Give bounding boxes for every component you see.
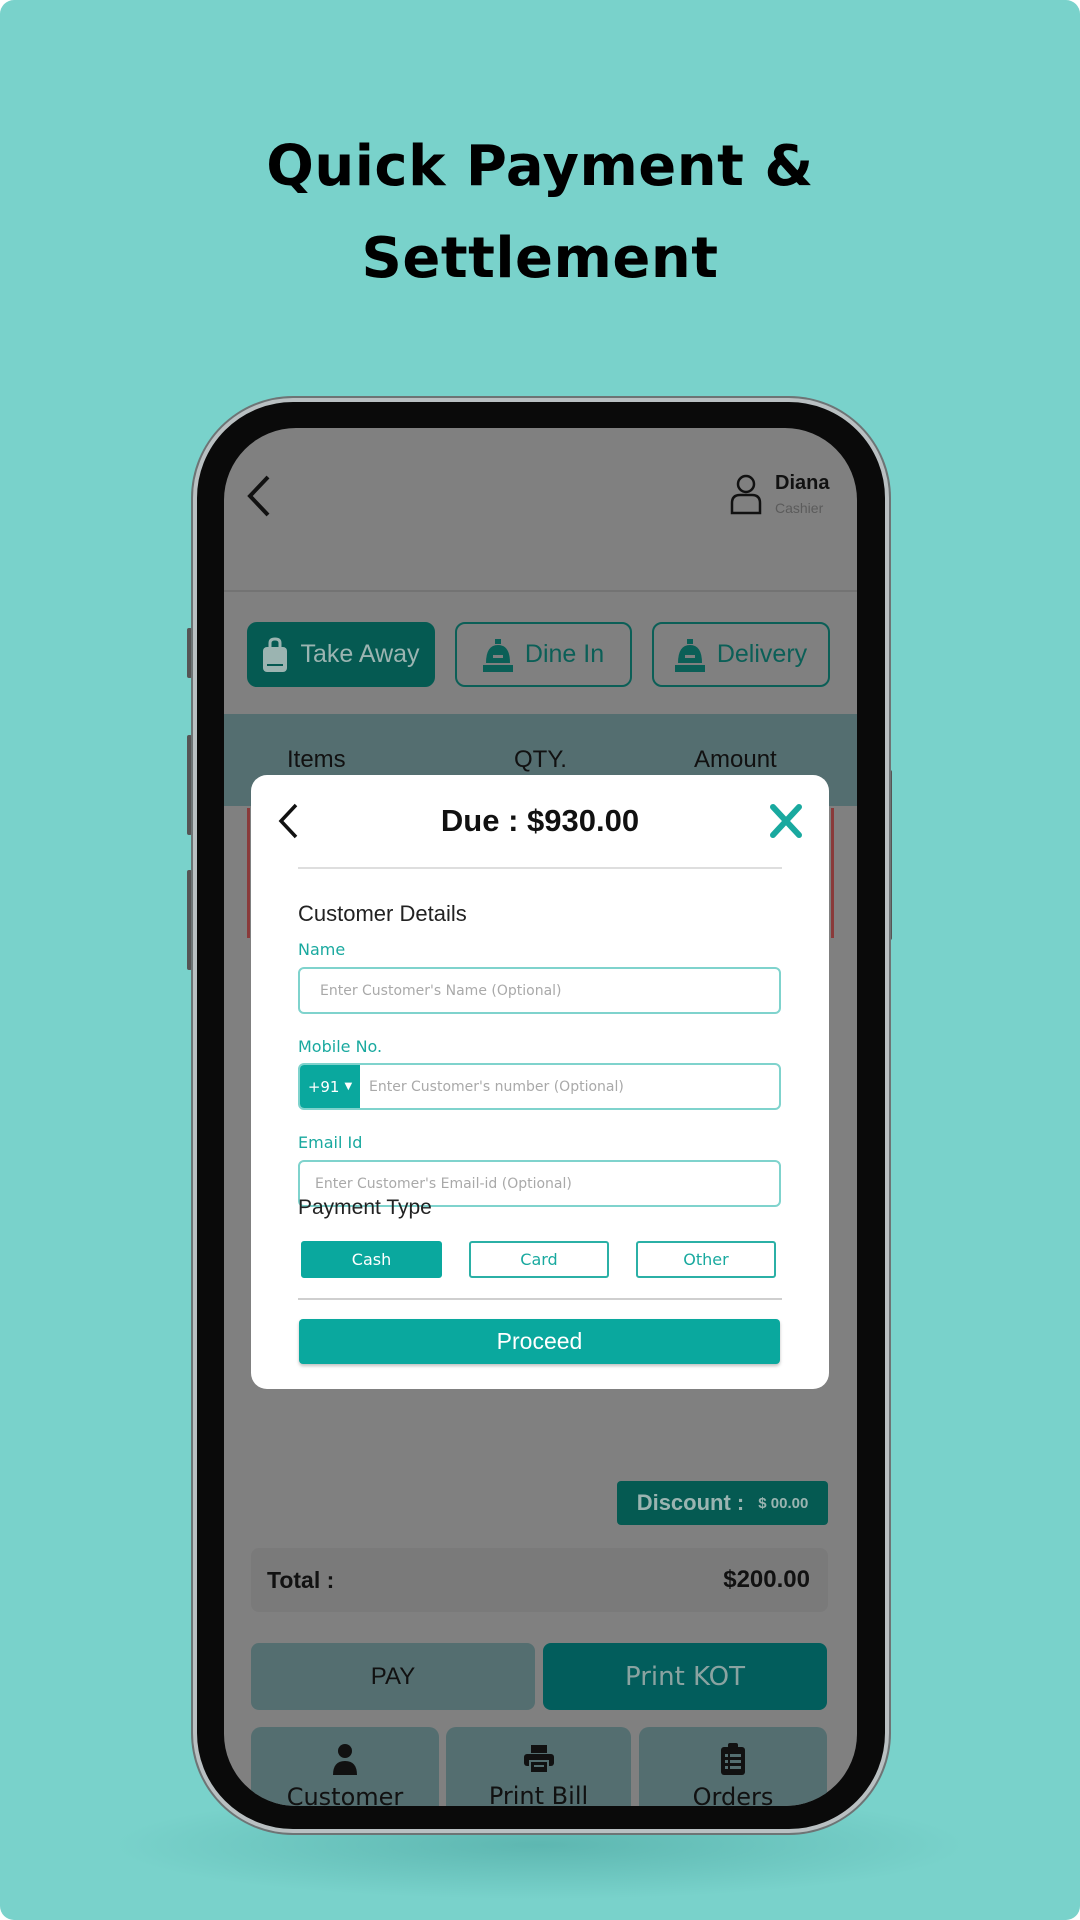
total-value: $200.00 — [723, 1566, 810, 1593]
modal-divider — [298, 1298, 782, 1300]
payment-other-button[interactable]: Other — [636, 1241, 776, 1278]
payment-cash-button[interactable]: Cash — [301, 1241, 442, 1278]
back-chevron-icon[interactable] — [244, 474, 274, 518]
service-bell-icon — [482, 638, 513, 672]
phone-side-button — [187, 870, 192, 970]
user-role: Cashier — [775, 500, 824, 516]
payment-modal: Due : $930.00 Customer Details Name Ente… — [251, 775, 829, 1389]
pay-button[interactable]: PAY — [251, 1643, 535, 1710]
header-divider — [224, 590, 857, 592]
mode-label: Dine In — [524, 640, 605, 668]
nav-label: Print Bill — [488, 1782, 589, 1806]
caret-down-icon: ▼ — [344, 1081, 353, 1092]
promo-canvas: Quick Payment & Settlement Diana Cashier… — [0, 0, 1080, 1920]
country-code-dropdown[interactable]: +91 ▼ — [300, 1065, 360, 1108]
name-placeholder: Enter Customer's Name (Optional) — [320, 982, 562, 999]
clipboard-list-icon — [721, 1743, 745, 1775]
mode-label: Delivery — [716, 640, 808, 668]
name-input[interactable]: Enter Customer's Name (Optional) — [298, 967, 781, 1014]
mode-label: Take Away — [300, 640, 420, 668]
customer-details-heading: Customer Details — [298, 901, 467, 926]
print-kot-button[interactable]: Print KOT — [543, 1643, 827, 1710]
mobile-input[interactable]: +91 ▼ Enter Customer's number (Optional) — [298, 1063, 781, 1110]
mode-delivery-button[interactable]: Delivery — [652, 622, 830, 687]
shopping-bag-icon — [263, 636, 288, 672]
printer-icon — [523, 1745, 554, 1774]
close-icon[interactable] — [769, 803, 803, 839]
discount-badge[interactable]: Discount : $ 00.00 — [617, 1481, 828, 1525]
nav-label: Customer — [286, 1783, 404, 1806]
headline-line-1: Quick Payment & — [266, 134, 814, 199]
modal-divider — [298, 867, 782, 869]
payment-type-heading: Payment Type — [298, 1196, 432, 1219]
order-card-edge — [247, 808, 250, 938]
modal-due-title: Due : $930.00 — [440, 803, 640, 838]
country-code: +91 — [307, 1077, 340, 1096]
nav-orders-button[interactable]: Orders — [639, 1727, 827, 1806]
discount-value: $ 00.00 — [758, 1494, 809, 1512]
person-icon — [333, 1744, 357, 1775]
name-label: Name — [298, 940, 346, 959]
mobile-label: Mobile No. — [298, 1037, 383, 1056]
email-placeholder: Enter Customer's Email-id (Optional) — [315, 1175, 572, 1192]
nav-print-bill-button[interactable]: Print Bill — [446, 1727, 631, 1806]
mode-take-away-button[interactable]: Take Away — [247, 622, 435, 687]
nav-customer-button[interactable]: Customer — [251, 1727, 439, 1806]
mobile-placeholder: Enter Customer's number (Optional) — [369, 1078, 624, 1095]
service-bell-icon — [674, 638, 705, 672]
payment-card-button[interactable]: Card — [469, 1241, 609, 1278]
email-label: Email Id — [298, 1133, 363, 1152]
user-name: Diana — [775, 472, 830, 494]
mode-dine-in-button[interactable]: Dine In — [455, 622, 632, 687]
headline-line-2: Settlement — [361, 226, 719, 291]
total-label: Total : — [267, 1567, 335, 1593]
order-card-edge — [831, 808, 834, 938]
column-qty: QTY. — [514, 746, 567, 773]
proceed-button[interactable]: Proceed — [299, 1319, 780, 1364]
phone-side-button — [187, 628, 192, 678]
column-amount: Amount — [694, 746, 777, 773]
user-outline-icon — [730, 474, 762, 515]
phone-side-button — [187, 735, 192, 835]
discount-label: Discount : — [636, 1490, 745, 1515]
phone-screen: Diana Cashier Take Away Dine In Delivery… — [224, 428, 857, 1806]
nav-label: Orders — [692, 1783, 774, 1806]
total-row: Total : $200.00 — [251, 1548, 828, 1612]
column-items: Items — [287, 746, 346, 773]
